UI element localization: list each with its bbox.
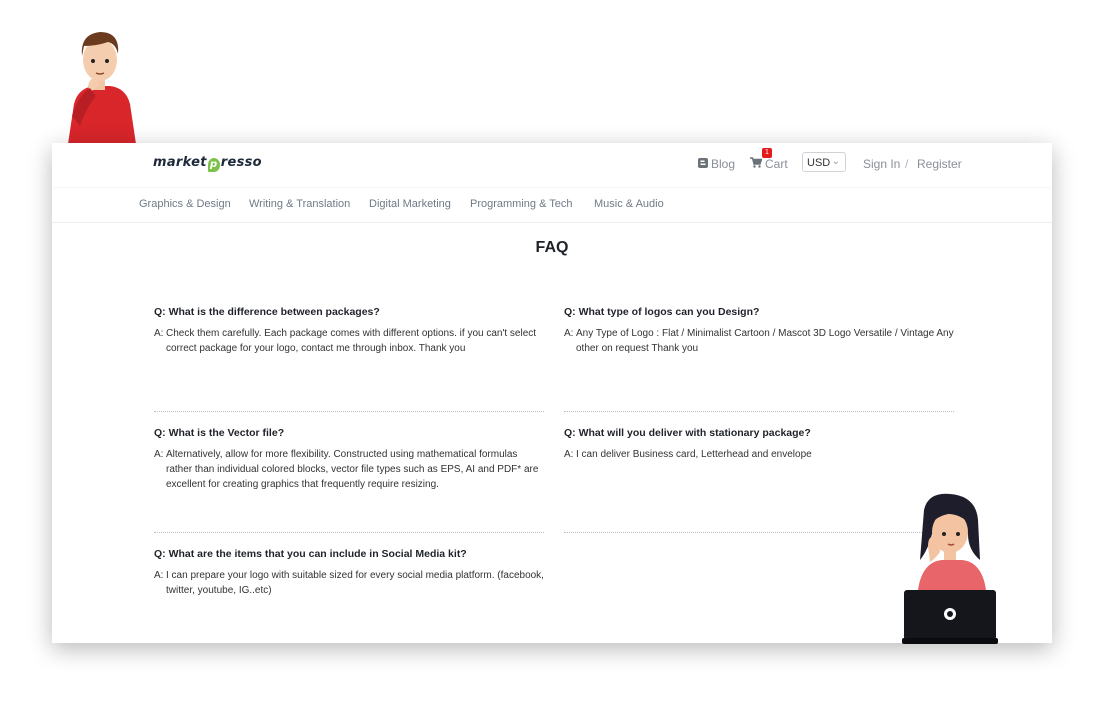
category-music-audio[interactable]: Music & Audio xyxy=(594,198,664,210)
logo-text-right: resso xyxy=(220,155,262,170)
faq-divider xyxy=(564,411,954,412)
nav-separator: / xyxy=(905,157,909,171)
faq-item: Q: What type of logos can you Design? A:… xyxy=(564,306,954,356)
faq-item: Q: What is the Vector file? A: Alternativ… xyxy=(154,427,544,492)
answer-prefix: A: xyxy=(154,449,164,460)
currency-select[interactable]: USD ⌄ xyxy=(802,152,846,172)
cart-link[interactable]: Cart xyxy=(750,157,788,171)
faq-question: Q: What is the Vector file? xyxy=(154,427,285,439)
faq-title: FAQ xyxy=(535,239,569,256)
category-digital-marketing[interactable]: Digital Marketing xyxy=(369,198,451,210)
faq-answer: A: Any Type of Logo : Flat / Minimalist C… xyxy=(564,326,954,356)
chevron-down-icon: ⌄ xyxy=(831,156,840,167)
category-graphics-design[interactable]: Graphics & Design xyxy=(139,198,231,210)
cart-label: Cart xyxy=(765,157,788,171)
faq-question: Q: What are the items that you can inclu… xyxy=(154,548,467,560)
logo-p-mark: p xyxy=(207,158,220,172)
faq-item: Q: What are the items that you can inclu… xyxy=(154,548,544,598)
category-bar: Graphics & Design Writing & Translation … xyxy=(52,188,1052,223)
answer-text: Alternatively, allow for more flexibilit… xyxy=(166,449,539,490)
thinking-man-illustration xyxy=(68,32,136,144)
faq-answer: A: Alternatively, allow for more flexibil… xyxy=(154,447,544,492)
answer-prefix: A: xyxy=(564,449,574,460)
answer-text: Check them carefully. Each package comes… xyxy=(166,328,537,354)
faq-divider xyxy=(154,532,544,533)
answer-text: Any Type of Logo : Flat / Minimalist Car… xyxy=(576,328,954,354)
faq-answer: A: I can prepare your logo with suitable … xyxy=(154,568,544,598)
category-programming-tech[interactable]: Programming & Tech xyxy=(470,198,573,210)
site-logo[interactable]: market p resso xyxy=(153,155,262,172)
answer-prefix: A: xyxy=(154,570,164,581)
faq-question: Q: What will you deliver with stationary… xyxy=(564,427,811,439)
faq-divider xyxy=(154,411,544,412)
currency-value: USD xyxy=(807,157,831,169)
cart-icon xyxy=(750,157,763,171)
faq-question: Q: What type of logos can you Design? xyxy=(564,306,760,318)
cart-count-badge: 1 xyxy=(762,148,772,158)
logo-text-left: market xyxy=(153,155,207,170)
register-link[interactable]: Register xyxy=(917,157,962,171)
faq-item: Q: What will you deliver with stationary… xyxy=(564,427,954,462)
thinking-woman-laptop-illustration xyxy=(902,493,998,644)
answer-prefix: A: xyxy=(564,328,574,339)
faq-answer: A: Check them carefully. Each package com… xyxy=(154,326,544,356)
faq-item: Q: What is the difference between packag… xyxy=(154,306,544,356)
faq-question: Q: What is the difference between packag… xyxy=(154,306,380,318)
blogger-icon xyxy=(698,157,708,171)
blog-link[interactable]: Blog xyxy=(698,157,735,171)
faq-divider xyxy=(564,532,954,533)
sign-in-link[interactable]: Sign In xyxy=(863,157,900,171)
faq-answer: A: I can deliver Business card, Letterhea… xyxy=(564,447,954,462)
answer-text: I can prepare your logo with suitable si… xyxy=(166,570,544,596)
blog-label: Blog xyxy=(711,157,736,171)
answer-prefix: A: xyxy=(154,328,164,339)
category-writing-translation[interactable]: Writing & Translation xyxy=(249,198,350,210)
answer-text: I can deliver Business card, Letterhead … xyxy=(576,449,812,460)
top-navbar: market p resso Blog Cart 1 USD ⌄ Sign In /… xyxy=(52,143,1052,187)
